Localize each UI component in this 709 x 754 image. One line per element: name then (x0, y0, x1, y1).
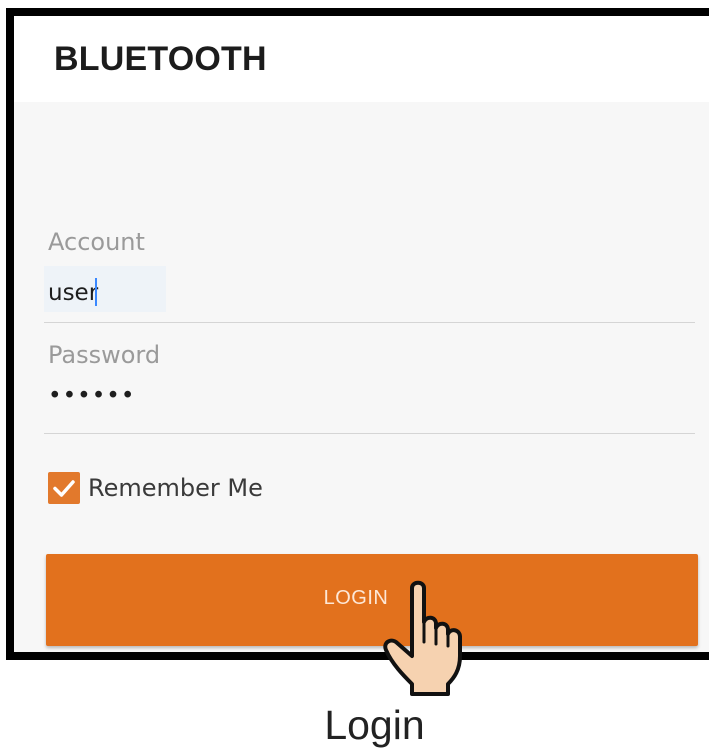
remember-me-label: Remember Me (88, 474, 263, 502)
checkmark-icon (53, 480, 75, 497)
account-field[interactable]: user (48, 278, 98, 306)
remember-me-row[interactable]: Remember Me (48, 470, 263, 506)
phone-screen: BLUETOOTH Account user Password •••••• R… (6, 8, 709, 660)
login-button[interactable]: LOGIN (46, 554, 698, 646)
account-label: Account (48, 228, 145, 256)
screenshot-stage: BLUETOOTH Account user Password •••••• R… (0, 0, 709, 754)
text-caret (95, 278, 98, 306)
app-header: BLUETOOTH (14, 16, 709, 102)
hand-pointer-icon (383, 580, 462, 696)
app-title: BLUETOOTH (54, 40, 267, 78)
account-value: user (48, 280, 99, 306)
password-label: Password (48, 341, 161, 369)
caption-text: Login (324, 702, 425, 748)
remember-me-checkbox[interactable] (48, 472, 80, 504)
account-underline (44, 322, 695, 323)
password-underline (44, 433, 695, 434)
password-field[interactable]: •••••• (48, 383, 135, 409)
